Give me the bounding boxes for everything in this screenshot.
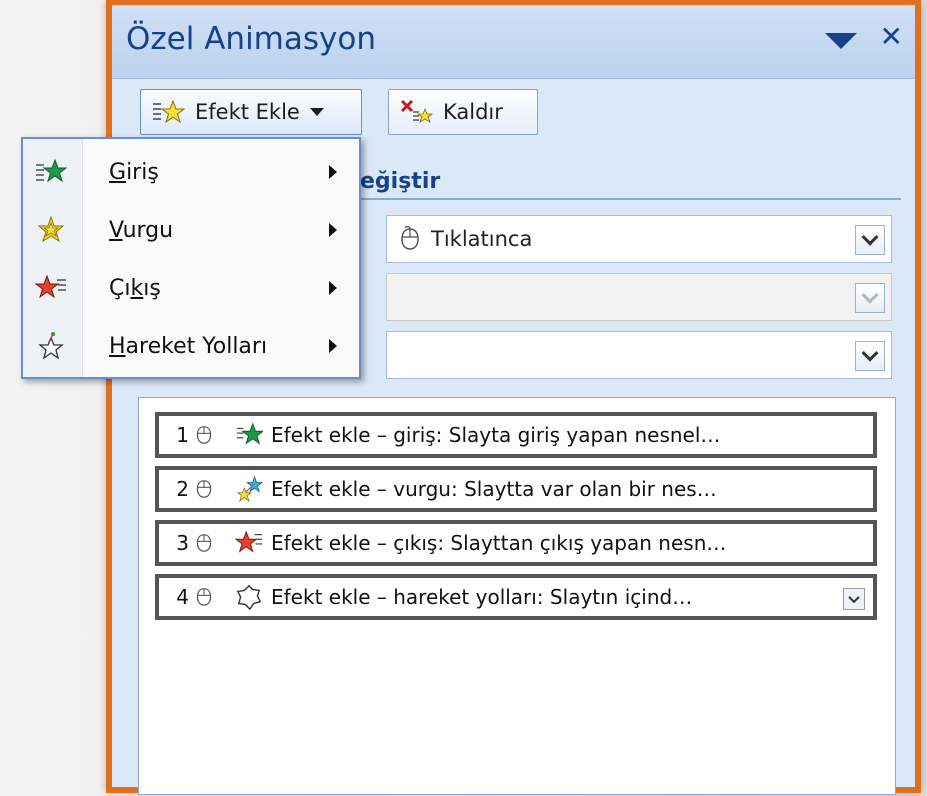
property-dropdown-button — [855, 283, 885, 313]
effect-number: 1 — [176, 423, 189, 447]
effect-row[interactable]: 3 Efekt ekle – çıkış: Slayttan çıkış yap… — [155, 520, 877, 566]
motion-path-icon — [236, 584, 262, 611]
menu-item-label: Giriş — [109, 159, 159, 185]
entrance-star-icon — [36, 158, 67, 183]
pane-title: Özel Animasyon — [126, 21, 376, 57]
chevron-down-icon — [861, 286, 879, 304]
mouse-icon — [196, 480, 212, 498]
effect-text: Efekt ekle – çıkış: Slayttan çıkış yapan… — [271, 531, 727, 555]
menu-item-entrance[interactable]: Giriş — [23, 143, 359, 201]
emphasis-star-icon — [37, 215, 65, 243]
motion-path-star-icon — [38, 332, 64, 360]
add-effect-icon — [153, 99, 185, 124]
close-icon[interactable]: ✕ — [880, 23, 903, 51]
effect-number: 4 — [176, 585, 189, 609]
menu-item-motion-paths[interactable]: Hareket Yolları — [23, 317, 359, 375]
submenu-arrow-icon — [329, 281, 337, 295]
remove-effect-icon — [400, 99, 433, 123]
entrance-star-icon — [236, 422, 263, 445]
submenu-arrow-icon — [329, 339, 337, 353]
effect-row[interactable]: 4 Efekt ekle – hareket yolları: Slaytın … — [155, 574, 877, 620]
menu-item-label: Hareket Yolları — [109, 333, 268, 359]
menu-item-label: Çıkış — [109, 275, 161, 301]
effect-options-button[interactable] — [843, 588, 865, 610]
effects-list[interactable]: 1 Efekt ekle – giriş: Slayta giriş yapan… — [138, 397, 896, 795]
chevron-down-icon — [309, 108, 324, 116]
mouse-icon — [196, 588, 212, 606]
chevron-down-icon — [861, 228, 879, 246]
start-value: Tıklatınca — [431, 227, 533, 251]
effect-text: Efekt ekle – vurgu: Slaytta var olan bir… — [271, 477, 717, 501]
speed-dropdown[interactable] — [386, 331, 892, 379]
add-effect-menu: Giriş Vurgu Çıkış Hareket Yolları — [21, 137, 361, 379]
submenu-arrow-icon — [329, 165, 337, 179]
mouse-icon — [401, 226, 419, 250]
mouse-icon — [196, 534, 212, 552]
exit-star-icon — [235, 530, 263, 553]
mouse-icon — [196, 426, 212, 444]
property-dropdown — [386, 273, 892, 321]
menu-item-exit[interactable]: Çıkış — [23, 259, 359, 317]
speed-dropdown-button[interactable] — [855, 341, 885, 371]
section-header: eğiştir — [360, 169, 441, 194]
start-dropdown[interactable]: Tıklatınca — [386, 215, 892, 263]
submenu-arrow-icon — [329, 223, 337, 237]
menu-item-emphasis[interactable]: Vurgu — [23, 201, 359, 259]
add-effect-label: Efekt Ekle — [195, 100, 300, 124]
effect-number: 3 — [176, 531, 189, 555]
chevron-down-icon — [861, 344, 879, 362]
remove-button[interactable]: Kaldır — [388, 89, 538, 135]
effect-number: 2 — [176, 477, 189, 501]
menu-item-label: Vurgu — [109, 217, 174, 243]
chevron-down-icon — [848, 591, 860, 604]
effect-text: Efekt ekle – hareket yolları: Slaytın iç… — [271, 585, 693, 609]
exit-star-icon — [35, 274, 66, 299]
custom-animation-pane: Özel Animasyon ✕ Efekt Ekle Kaldır eğişt… — [106, 0, 921, 795]
remove-label: Kaldır — [443, 100, 503, 124]
add-effect-button[interactable]: Efekt Ekle — [140, 89, 362, 135]
pane-options-icon[interactable] — [825, 33, 857, 49]
emphasis-star-icon — [236, 475, 263, 503]
effect-row[interactable]: 2 Efekt ekle – vurgu: Slaytta var olan b… — [155, 466, 877, 512]
pane-titlebar: Özel Animasyon ✕ — [112, 5, 915, 79]
effect-row[interactable]: 1 Efekt ekle – giriş: Slayta giriş yapan… — [155, 412, 877, 458]
effect-text: Efekt ekle – giriş: Slayta giriş yapan n… — [271, 423, 721, 447]
start-dropdown-button[interactable] — [855, 225, 885, 255]
